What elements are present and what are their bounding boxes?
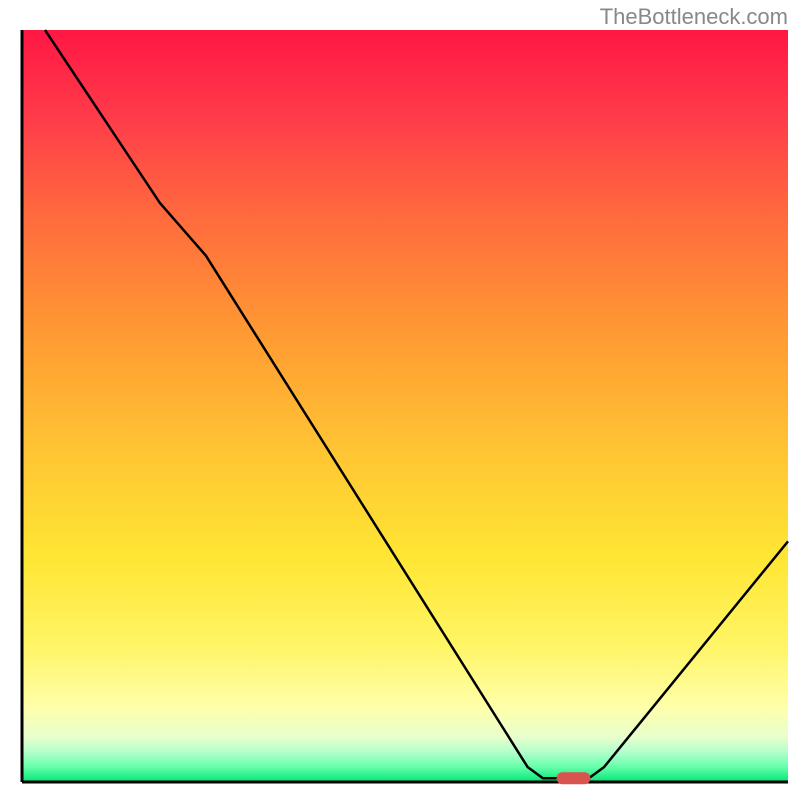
gradient-background (22, 30, 788, 782)
chart-area (0, 0, 800, 800)
watermark-text: TheBottleneck.com (600, 4, 788, 30)
chart-svg (0, 0, 800, 800)
optimal-marker (557, 772, 591, 784)
